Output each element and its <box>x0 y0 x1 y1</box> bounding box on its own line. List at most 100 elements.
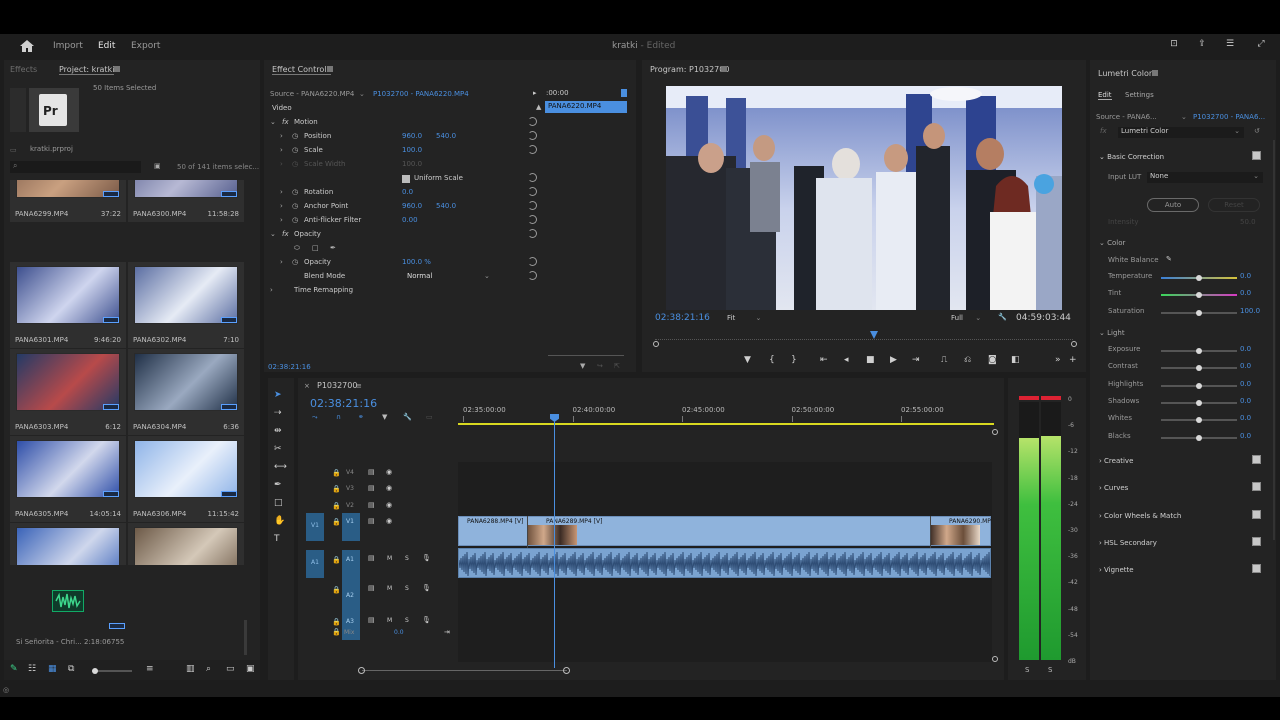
new-item-icon[interactable]: ▣ <box>246 664 255 674</box>
lock-icon[interactable]: 🔒 <box>332 618 341 626</box>
slider-track[interactable] <box>1161 382 1237 389</box>
track-header-audio[interactable]: 🔒 A2 ▤ M S 🎙 <box>302 574 456 608</box>
stop-icon[interactable]: ■ <box>866 355 875 365</box>
lumetri-tab-edit[interactable]: Edit <box>1098 91 1112 100</box>
mix-pan-icon[interactable]: ⇥ <box>444 628 450 636</box>
sync-lock-icon[interactable]: ▤ <box>368 584 375 592</box>
lumetri-section[interactable]: › Creative <box>1099 457 1133 465</box>
track-header-video[interactable]: V1 🔒 V1 ▤ ◉ <box>302 513 456 541</box>
more-controls-icon[interactable]: » <box>1055 355 1061 365</box>
basic-correction-checkbox[interactable] <box>1252 151 1261 160</box>
project-clip-item[interactable]: PANA6300.MP4 11:58:28 <box>128 180 244 222</box>
tab-lumetri[interactable]: Lumetri Color <box>1098 69 1152 78</box>
tab-sequence[interactable]: P1032700 <box>317 381 357 390</box>
h-scroll-right-handle[interactable] <box>563 667 570 674</box>
project-clip-item[interactable]: PANA6303.MP4 6:12 <box>10 349 126 435</box>
play-forward-icon[interactable]: ▶ <box>890 355 897 365</box>
auto-button[interactable]: Auto <box>1147 198 1199 212</box>
project-clip-item[interactable]: PANA6305.MP4 14:05:14 <box>10 436 126 522</box>
share-icon[interactable]: ⇪ <box>1196 39 1208 49</box>
slider-track[interactable] <box>1161 309 1237 316</box>
lock-icon[interactable]: 🔒 <box>332 586 341 594</box>
slider-thumb[interactable] <box>1196 434 1202 441</box>
go-to-out-icon[interactable]: ⇥ <box>912 355 920 365</box>
project-clip-item[interactable]: PANA6299.MP4 37:22 <box>10 180 126 222</box>
lumetri-slider-row[interactable]: Blacks 0.0 <box>1107 431 1277 445</box>
ec-position-row[interactable]: › ◷ Position 960.0 540.0 <box>266 130 537 144</box>
type-tool-icon[interactable]: T <box>274 534 280 544</box>
extract-icon[interactable]: ⎌ <box>964 355 971 365</box>
lock-icon[interactable]: 🔒 <box>332 518 341 526</box>
lumetri-slider-row[interactable]: Exposure 0.0 <box>1107 344 1277 358</box>
slider-value[interactable]: 0.0 <box>1240 414 1251 422</box>
slider-value[interactable]: 0.0 <box>1240 397 1251 405</box>
timeline-playhead[interactable] <box>554 418 555 668</box>
lumetri-slider-row[interactable]: Tint 0.0 <box>1107 288 1277 302</box>
mark-in-icon[interactable]: { <box>769 355 775 365</box>
tab-project[interactable]: Project: kratki <box>59 65 115 75</box>
track-header-video[interactable]: 🔒 V3 ▤ ◉ <box>302 484 456 499</box>
mark-out-icon[interactable]: } <box>791 355 797 365</box>
ec-zoom-bar[interactable] <box>548 355 624 356</box>
lumetri-menu-icon[interactable] <box>1152 70 1158 76</box>
slider-thumb[interactable] <box>1196 399 1202 406</box>
h-scroll-left-handle[interactable] <box>358 667 365 674</box>
tab-effects[interactable]: Effects <box>10 65 37 74</box>
slider-thumb[interactable] <box>1196 365 1202 372</box>
slider-value[interactable]: 0.0 <box>1240 362 1251 370</box>
project-clip-item[interactable]: PANA6302.MP4 7:10 <box>128 262 244 348</box>
lumetri-effect-select[interactable]: Lumetri Color ⌄ <box>1118 127 1244 138</box>
mix-value[interactable]: 0.0 <box>394 629 404 636</box>
menu-icon[interactable]: ☰ <box>1224 39 1236 49</box>
section-checkbox[interactable] <box>1252 455 1261 464</box>
ec-antiflicker-row[interactable]: › ◷ Anti-flicker Filter 0.00 <box>266 214 537 228</box>
lumetri-section[interactable]: › Color Wheels & Match <box>1099 512 1181 520</box>
lumetri-slider-row[interactable]: Whites 0.0 <box>1107 413 1277 427</box>
sequence-menu-icon[interactable]: ≡ <box>356 382 362 390</box>
hand-tool-icon[interactable]: ✋ <box>274 516 285 526</box>
slider-thumb[interactable] <box>1196 309 1202 316</box>
section-checkbox[interactable] <box>1252 536 1261 546</box>
ec-source[interactable]: Source - PANA6220.MP4 <box>270 90 354 98</box>
project-clip-item[interactable]: PANA6306.MP4 11:15:42 <box>128 436 244 522</box>
section-checkbox[interactable] <box>1252 564 1261 574</box>
section-basic-correction[interactable]: ⌄ Basic Correction <box>1099 153 1164 161</box>
track-header-video[interactable]: 🔒 V2 ▤ ◉ <box>302 501 456 516</box>
nav-export[interactable]: Export <box>131 41 160 51</box>
ec-sequence[interactable]: P1032700 - PANA6220.MP4 <box>373 90 469 98</box>
nest-icon[interactable]: ⤳ <box>312 413 318 422</box>
home-icon[interactable] <box>20 40 34 52</box>
scrub-end-handle[interactable] <box>1071 341 1077 347</box>
ec-opacity-group-row[interactable]: ⌄ fx Opacity <box>266 228 537 242</box>
v-scroll-handle-bottom[interactable] <box>992 656 998 662</box>
sync-lock-icon[interactable]: ▤ <box>368 468 375 476</box>
export-frame-icon[interactable]: ↪ <box>597 362 603 370</box>
lock-icon[interactable]: 🔒 <box>332 628 341 636</box>
mic-icon[interactable]: 🎙 <box>422 584 431 592</box>
solo-button[interactable]: S <box>405 555 409 562</box>
ripple-edit-icon[interactable]: ⇹ <box>274 426 282 436</box>
slider-thumb[interactable] <box>1196 292 1202 299</box>
tab-program[interactable]: Program: P1032700 <box>650 65 729 74</box>
lock-icon[interactable]: 🔒 <box>332 556 341 564</box>
lumetri-section[interactable]: › Curves <box>1099 484 1128 492</box>
solo-button[interactable]: S <box>405 617 409 624</box>
lumetri-section[interactable]: › Vignette <box>1099 566 1134 574</box>
mute-button[interactable]: M <box>387 585 392 592</box>
lumetri-sequence[interactable]: P1032700 - PANA6... <box>1193 113 1265 121</box>
search-input[interactable]: ⌕ <box>10 161 141 173</box>
source-patch-v1[interactable]: V1 <box>306 513 324 541</box>
list-view-icon[interactable]: ☷ <box>28 664 36 674</box>
razor-tool-icon[interactable]: ✂ <box>274 444 282 454</box>
pencil-icon[interactable]: ✎ <box>10 664 18 674</box>
mute-button[interactable]: M <box>387 617 392 624</box>
ec-menu-icon[interactable] <box>327 66 333 72</box>
project-clip-item[interactable]: PANA6304.MP4 6:36 <box>128 349 244 435</box>
fx-icon[interactable]: fx <box>1100 127 1107 135</box>
slip-tool-icon[interactable]: ⟷ <box>274 462 287 472</box>
slider-thumb[interactable] <box>1196 417 1202 424</box>
track-target-audio[interactable] <box>342 574 360 608</box>
timeline-marker-icon[interactable]: ▼ <box>382 413 387 421</box>
new-bin-icon[interactable]: ▣ <box>154 162 161 170</box>
camera-icon[interactable]: ◙ <box>988 355 997 365</box>
